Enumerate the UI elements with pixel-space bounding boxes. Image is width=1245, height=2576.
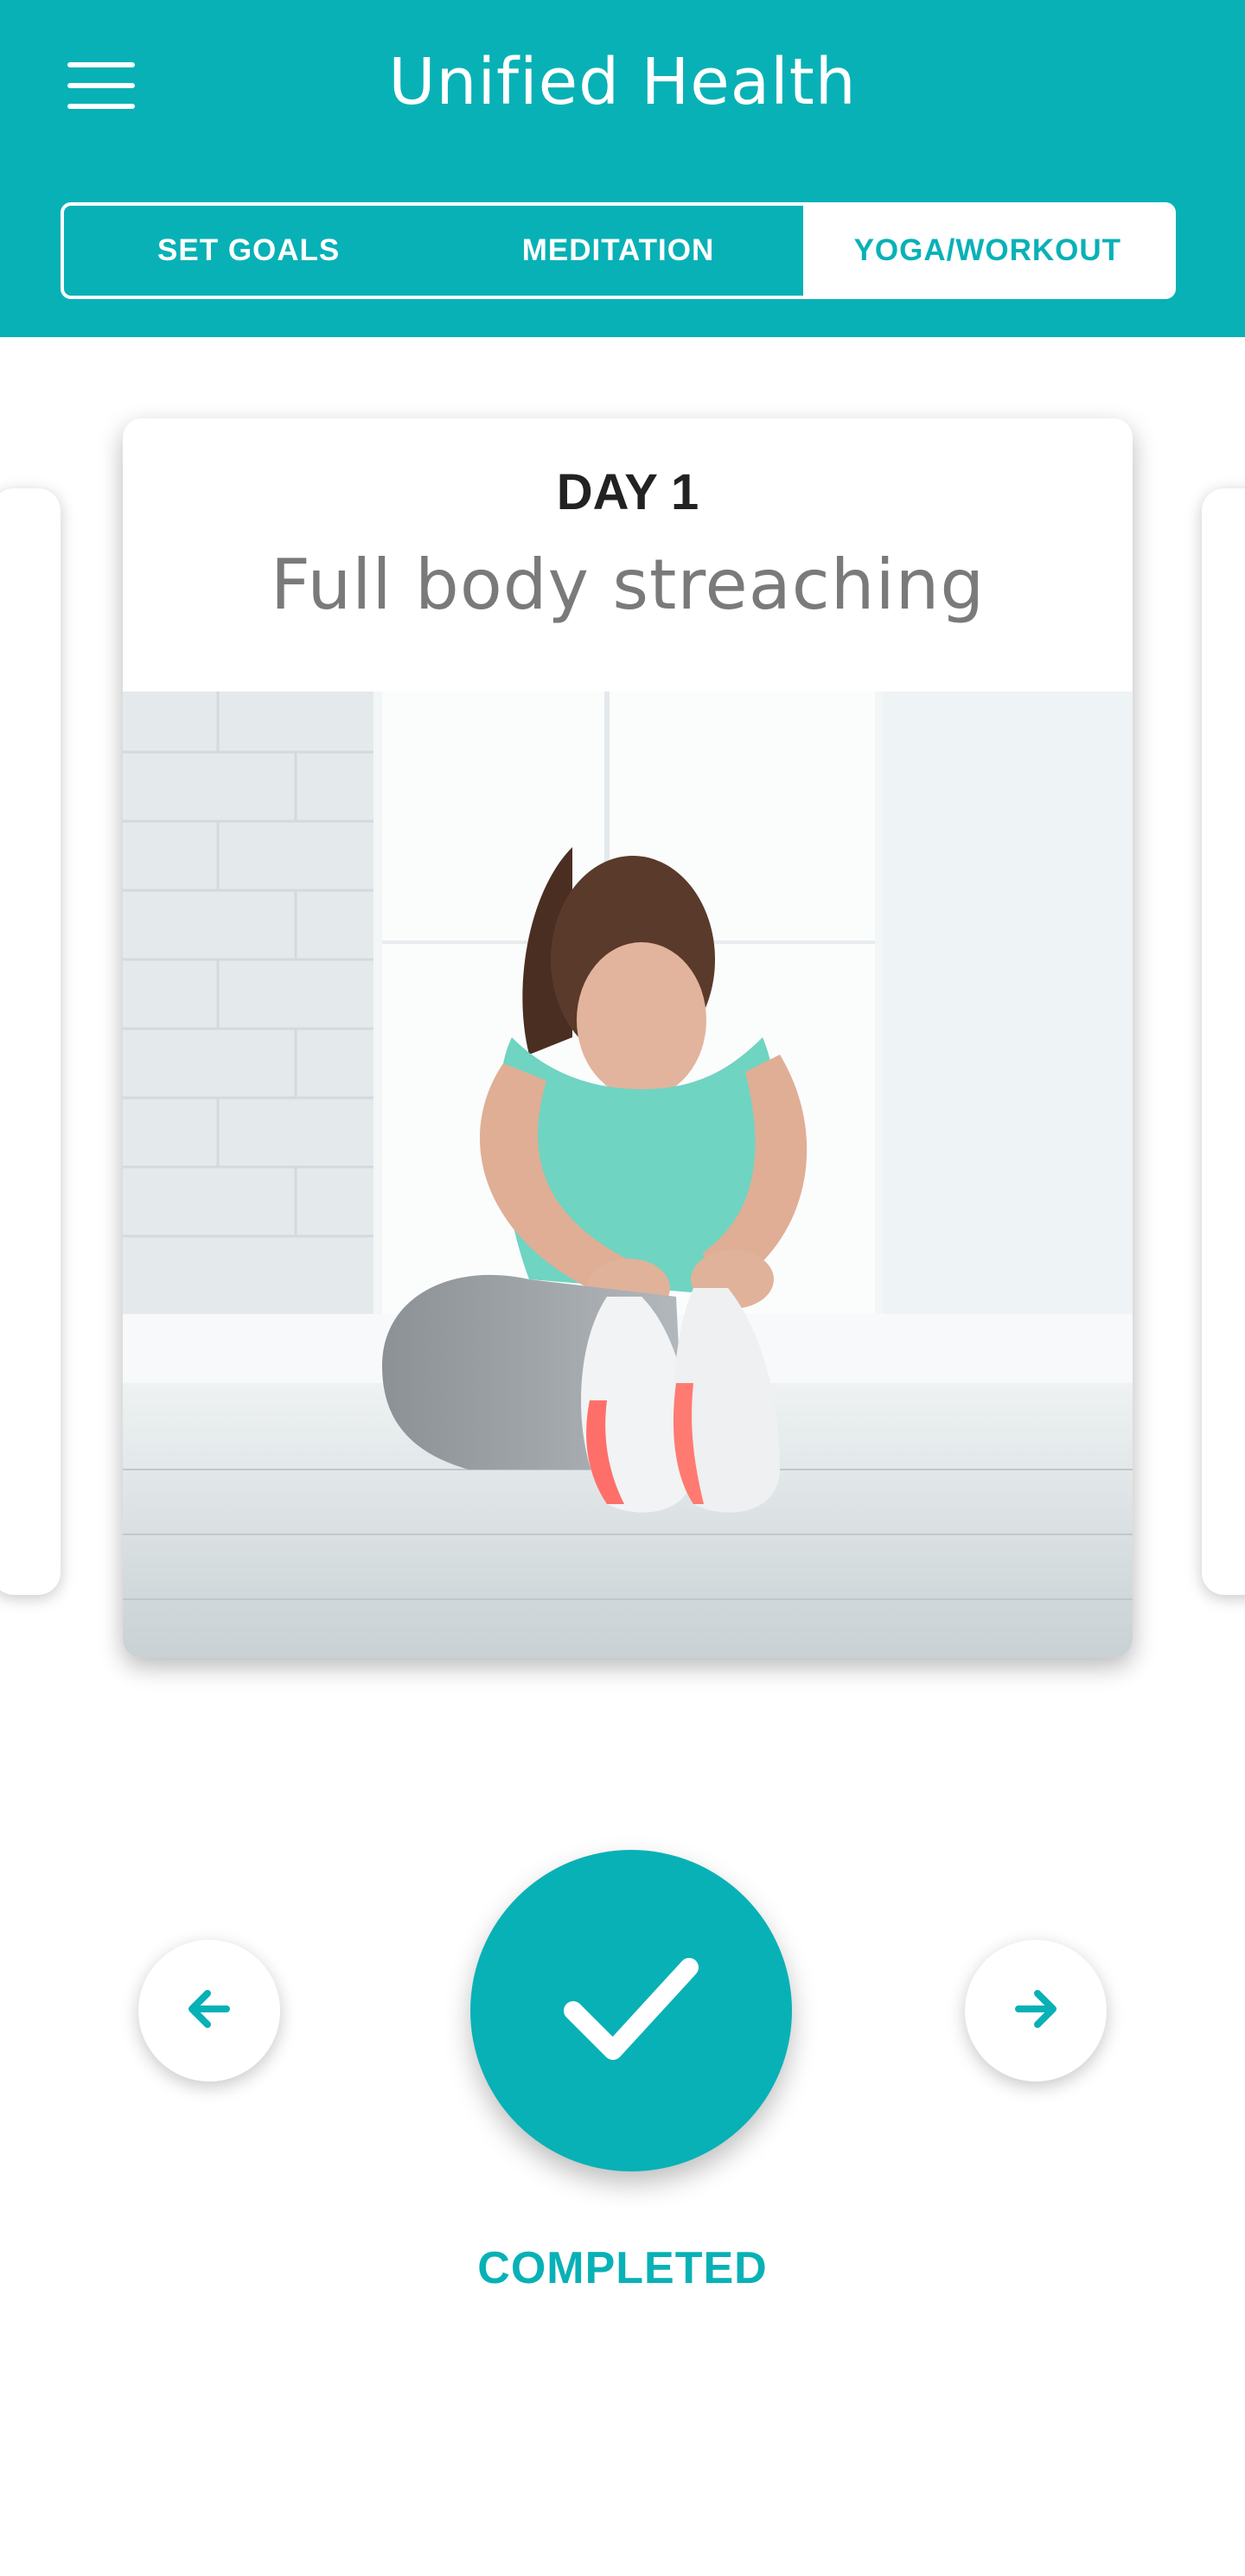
app-title: Unified Health — [388, 45, 857, 119]
tab-set-goals[interactable]: SET GOALS — [64, 206, 433, 296]
day-label: DAY 1 — [556, 464, 699, 520]
previous-workout-card[interactable] — [0, 488, 61, 1595]
tab-yoga-workout[interactable]: YOGA/WORKOUT — [802, 206, 1172, 296]
next-workout-card[interactable] — [1202, 488, 1245, 1595]
workout-card[interactable]: DAY 1 Full body streaching — [123, 418, 1133, 1658]
tab-meditation[interactable]: MEDITATION — [433, 206, 802, 296]
app-header: Unified Health SET GOALS MEDITATION YOGA… — [0, 0, 1245, 337]
next-day-button[interactable] — [965, 1940, 1107, 2082]
workout-title: Full body streaching — [270, 545, 986, 625]
completion-status-label: COMPLETED — [477, 2243, 768, 2293]
workout-photo — [123, 692, 1133, 1658]
checkmark-icon — [558, 1948, 705, 2074]
tab-bar: SET GOALS MEDITATION YOGA/WORKOUT — [61, 202, 1176, 299]
previous-day-button[interactable] — [138, 1940, 280, 2082]
arrow-right-icon — [1008, 1981, 1063, 2041]
arrow-left-icon — [182, 1981, 237, 2041]
complete-button[interactable] — [470, 1850, 792, 2171]
